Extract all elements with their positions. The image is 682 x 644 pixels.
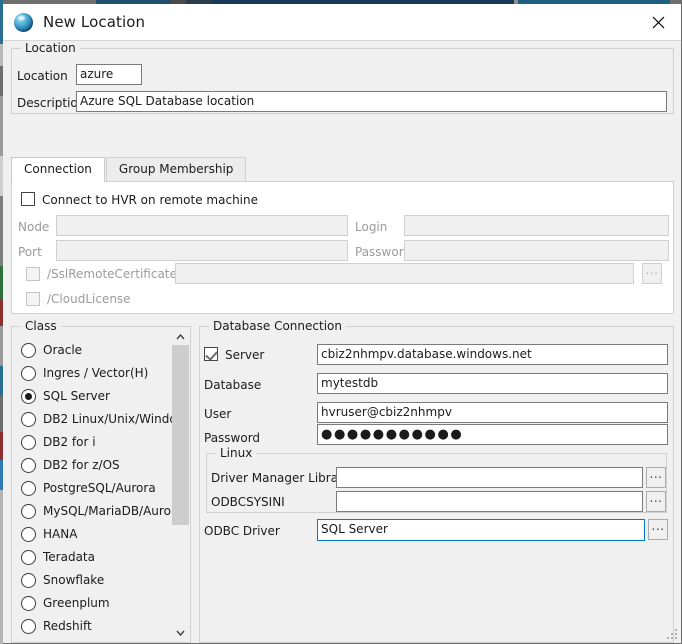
class-item-greenplum[interactable]: Greenplum <box>13 592 173 615</box>
class-item-label: HANA <box>43 527 78 541</box>
radio-icon[interactable] <box>21 550 36 565</box>
scroll-up-icon[interactable] <box>172 328 189 345</box>
class-item-label: Greenplum <box>43 596 110 610</box>
location-label: Location <box>17 69 68 83</box>
database-connection-groupbox-title: Database Connection <box>209 319 346 333</box>
class-item-sql-server[interactable]: SQL Server <box>13 385 173 408</box>
ssl-remote-certificate-browse-button[interactable]: ... <box>642 263 662 284</box>
page-title: New Location <box>43 13 146 31</box>
login-label: Login <box>355 220 388 234</box>
radio-icon[interactable] <box>21 389 36 404</box>
radio-icon[interactable] <box>21 573 36 588</box>
connection-tab-panel: Connect to HVR on remote machine Node Lo… <box>11 181 674 314</box>
resize-grip[interactable] <box>667 629 679 641</box>
db-password-masked-value: ●●●●●●●●●●● <box>321 427 464 442</box>
class-item-db2-for-i[interactable]: DB2 for i <box>13 431 173 454</box>
dialog-client-area: Location Location azure Description Azur… <box>3 41 681 643</box>
radio-icon[interactable] <box>21 343 36 358</box>
hvr-sphere-icon <box>14 13 33 32</box>
odbc-driver-input[interactable]: SQL Server <box>317 519 645 541</box>
class-list-scrollbar[interactable] <box>172 328 189 641</box>
radio-icon[interactable] <box>21 366 36 381</box>
ssl-remote-certificate-input[interactable] <box>175 263 634 284</box>
close-icon[interactable] <box>635 4 681 40</box>
radio-icon[interactable] <box>21 435 36 450</box>
title-bar: New Location <box>3 4 681 41</box>
class-item-label: Teradata <box>43 550 95 564</box>
new-location-dialog: New Location Location Location azure Des… <box>3 4 682 644</box>
description-input[interactable]: Azure SQL Database location <box>76 91 667 112</box>
radio-icon[interactable] <box>21 527 36 542</box>
connect-remote-checkbox[interactable] <box>21 192 35 206</box>
ssl-remote-certificate-label: /SslRemoteCertificate <box>47 267 177 281</box>
password-remote-input[interactable] <box>404 240 669 261</box>
class-item-label: DB2 for i <box>43 435 96 449</box>
radio-icon[interactable] <box>21 481 36 496</box>
odbcsysini-label: ODBCSYSINI <box>211 495 285 509</box>
radio-icon[interactable] <box>21 458 36 473</box>
class-item-postgresql-aurora[interactable]: PostgreSQL/Aurora <box>13 477 173 500</box>
class-item-label: Redshift <box>43 619 92 633</box>
server-input[interactable]: cbiz2nhmpv.database.windows.net <box>317 344 668 365</box>
class-item-label: Snowflake <box>43 573 105 587</box>
user-input[interactable]: hvruser@cbiz2nhmpv <box>317 402 668 423</box>
odbc-driver-label: ODBC Driver <box>204 524 280 538</box>
radio-icon[interactable] <box>21 619 36 634</box>
node-label: Node <box>18 220 50 234</box>
driver-manager-library-input[interactable] <box>336 467 643 488</box>
class-groupbox-title: Class <box>21 319 61 333</box>
radio-icon[interactable] <box>21 504 36 519</box>
tab-group-membership[interactable]: Group Membership <box>105 157 247 181</box>
db-password-input[interactable]: ●●●●●●●●●●● <box>317 424 668 445</box>
class-item-label: Ingres / Vector(H) <box>43 366 149 380</box>
class-item-label: DB2 for z/OS <box>43 458 120 472</box>
class-item-redshift[interactable]: Redshift <box>13 615 173 638</box>
node-input[interactable] <box>56 215 348 236</box>
class-list[interactable]: Oracle Ingres / Vector(H) SQL Server DB2… <box>13 339 173 639</box>
radio-icon[interactable] <box>21 412 36 427</box>
driver-manager-library-browse-button[interactable]: ... <box>646 467 666 488</box>
tab-bar: Connection Group Membership <box>11 157 247 182</box>
port-label: Port <box>18 245 42 259</box>
linux-groupbox-title: Linux <box>216 446 257 460</box>
class-list-scroll-thumb[interactable] <box>172 345 189 525</box>
login-input[interactable] <box>404 215 669 236</box>
database-label: Database <box>204 378 262 392</box>
odbcsysini-input[interactable] <box>336 491 643 512</box>
location-input[interactable]: azure <box>76 64 142 85</box>
class-item-teradata[interactable]: Teradata <box>13 546 173 569</box>
password-remote-label: Password <box>355 245 412 259</box>
class-item-db2-for-zos[interactable]: DB2 for z/OS <box>13 454 173 477</box>
class-item-label: DB2 Linux/Unix/Window <box>43 412 173 426</box>
server-checkbox[interactable] <box>204 347 218 361</box>
cloud-license-checkbox[interactable] <box>26 292 40 306</box>
user-label: User <box>204 407 232 421</box>
location-groupbox-title: Location <box>21 41 80 55</box>
server-label: Server <box>225 348 265 362</box>
connect-remote-label: Connect to HVR on remote machine <box>42 193 258 207</box>
odbc-driver-browse-button[interactable]: ... <box>648 519 668 540</box>
class-item-snowflake[interactable]: Snowflake <box>13 569 173 592</box>
class-item-label: PostgreSQL/Aurora <box>43 481 156 495</box>
database-input[interactable]: mytestdb <box>317 373 668 394</box>
class-item-hana[interactable]: HANA <box>13 523 173 546</box>
tab-connection[interactable]: Connection <box>11 157 105 182</box>
class-item-label: SQL Server <box>43 389 110 403</box>
class-item-mysql-mariadb-aurora[interactable]: MySQL/MariaDB/Auror <box>13 500 173 523</box>
driver-manager-library-label: Driver Manager Library <box>211 471 351 485</box>
class-item-ingres-vector[interactable]: Ingres / Vector(H) <box>13 362 173 385</box>
radio-icon[interactable] <box>21 596 36 611</box>
class-groupbox: Class Oracle Ingres / Vector(H) SQL Serv… <box>11 319 191 643</box>
odbcsysini-browse-button[interactable]: ... <box>646 491 666 512</box>
class-item-label: Oracle <box>43 343 83 357</box>
class-item-label: MySQL/MariaDB/Auror <box>43 504 173 518</box>
class-item-db2-luw[interactable]: DB2 Linux/Unix/Window <box>13 408 173 431</box>
port-input[interactable] <box>56 240 348 261</box>
cloud-license-label: /CloudLicense <box>47 292 131 306</box>
ssl-remote-certificate-checkbox[interactable] <box>26 267 40 281</box>
scroll-down-icon[interactable] <box>172 624 189 641</box>
db-password-label: Password <box>204 431 261 445</box>
class-item-oracle[interactable]: Oracle <box>13 339 173 362</box>
